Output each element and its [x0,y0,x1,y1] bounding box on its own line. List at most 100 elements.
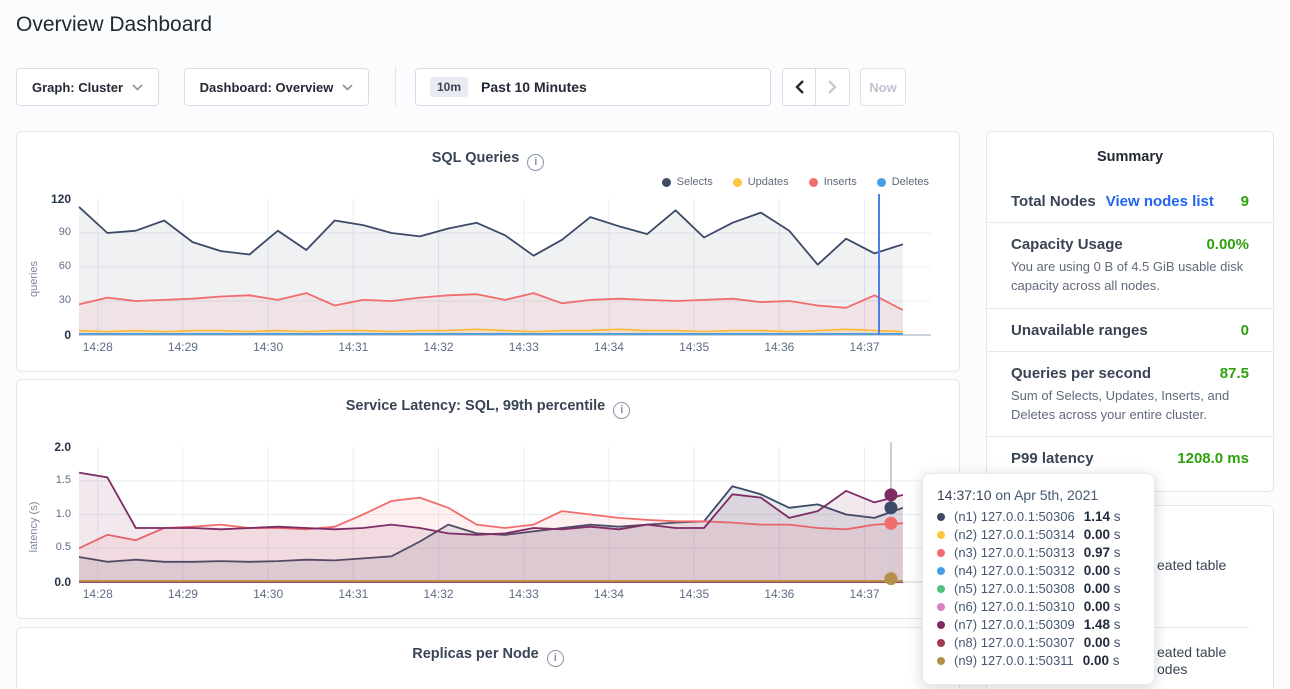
y-tick-label: 1.5 [56,474,71,486]
legend-label: Deletes [892,176,929,188]
y-tick-label: 0.5 [56,541,71,553]
tooltip-timestamp: 14:37:10 on Apr 5th, 2021 [937,487,1140,503]
y-tick-label: 2.0 [54,440,71,454]
summary-value: 9 [1241,193,1249,210]
tooltip-row: (n7) 127.0.0.1:503091.48 s [937,617,1140,632]
tooltip-node-value: 1.48 s [1084,617,1121,632]
summary-label: Total Nodes [1011,193,1096,210]
summary-panel: Summary Total Nodes View nodes list 9 Ca… [986,131,1274,492]
legend-item[interactable]: Inserts [809,176,857,188]
chart-title: SQL Queries [432,150,520,166]
x-tick-label: 14:35 [674,340,714,354]
time-prev-button[interactable] [782,68,816,106]
chevron-right-icon [828,80,837,94]
y-tick-label: 0 [64,328,71,342]
legend-label: Selects [677,176,713,188]
tooltip-value-unit: s [1110,581,1121,596]
summary-row-total-nodes: Total Nodes View nodes list 9 [987,180,1273,222]
chevron-down-icon [132,84,143,91]
x-tick-label: 14:31 [333,340,373,354]
info-icon[interactable]: i [527,154,544,171]
tooltip-row: (n5) 127.0.0.1:503080.00 s [937,581,1140,596]
tooltip-node-value: 0.00 s [1084,599,1121,614]
legend-item[interactable]: Selects [662,176,713,188]
chart-title: Replicas per Node [412,646,539,662]
now-button[interactable]: Now [860,68,906,106]
tooltip-node-label: (n5) 127.0.0.1:50308 [954,581,1075,596]
legend-item[interactable]: Deletes [877,176,929,188]
info-icon[interactable]: i [613,402,630,419]
time-range-dropdown[interactable]: 10m Past 10 Minutes [415,68,771,106]
summary-value: 87.5 [1220,365,1249,382]
tooltip-node-label: (n6) 127.0.0.1:50310 [954,599,1075,614]
summary-label: Unavailable ranges [1011,322,1148,339]
service-latency-plot: latency (s) 0.00.51.01.52.0 14:2814:2914… [17,447,961,607]
chart-title-row: SQL Queries i [17,150,959,171]
tooltip-node-value: 0.00 s [1084,563,1121,578]
tooltip-value-unit: s [1110,617,1121,632]
x-tick-label: 14:33 [504,340,544,354]
summary-row-queries-per-second: Queries per second 87.5 Sum of Selects, … [987,351,1273,437]
legend-dot [877,178,886,187]
sql-queries-card: SQL Queries i Selects Updates Inserts Delete… [16,131,960,372]
tooltip-node-label: (n1) 127.0.0.1:50306 [954,509,1075,524]
time-range-chip: 10m [430,77,468,97]
chart-tooltip: 14:37:10 on Apr 5th, 2021 (n1) 127.0.0.1… [922,473,1155,685]
event-item-text: eated table [1157,644,1226,660]
x-tick-label: 14:30 [248,340,288,354]
chevron-left-icon [795,80,804,94]
dashboard-dropdown[interactable]: Dashboard: Overview [184,68,369,106]
graph-dropdown[interactable]: Graph: Cluster [16,68,159,106]
y-tick-label: 90 [59,226,71,238]
series-dot [937,585,945,593]
summary-row-unavailable-ranges: Unavailable ranges 0 [987,308,1273,351]
tooltip-node-label: (n4) 127.0.0.1:50312 [954,563,1075,578]
replicas-per-node-card: Replicas per Node i [16,627,960,689]
tooltip-value-unit: s [1110,635,1121,650]
summary-label: P99 latency [1011,450,1094,467]
tooltip-row: (n3) 127.0.0.1:503130.97 s [937,545,1140,560]
controls-divider [395,67,396,107]
chevron-down-icon [342,84,353,91]
tooltip-node-value: 0.97 s [1084,545,1121,560]
tooltip-row: (n1) 127.0.0.1:503061.14 s [937,509,1140,524]
view-nodes-list-link[interactable]: View nodes list [1106,193,1214,210]
y-tick-label: 60 [59,260,71,272]
tooltip-value-unit: s [1109,653,1120,668]
chart-title-row: Service Latency: SQL, 99th percentilei [17,398,959,419]
series-dot [937,513,945,521]
summary-value: 0 [1241,322,1249,339]
y-axis-ticks: 0.00.51.01.52.0 [17,447,71,607]
summary-heading: Summary [987,149,1273,165]
x-tick-label: 14:36 [759,340,799,354]
x-tick-label: 14:29 [163,340,203,354]
summary-label: Capacity Usage [1011,236,1123,253]
series-dot [937,639,945,647]
legend-dot [809,178,818,187]
x-tick-label: 14:31 [333,587,373,601]
crosshair-dot [884,517,897,530]
tooltip-node-value: 0.00 s [1084,635,1121,650]
y-tick-label: 30 [59,294,71,306]
y-axis-ticks: 0306090120 [17,199,71,359]
chart-canvas[interactable] [79,199,931,335]
tooltip-value-unit: s [1110,545,1121,560]
tooltip-node-value: 0.00 s [1084,527,1121,542]
legend-item[interactable]: Updates [733,176,789,188]
x-tick-label: 14:32 [419,587,459,601]
time-range-label: Past 10 Minutes [481,79,587,95]
tooltip-row: (n2) 127.0.0.1:503140.00 s [937,527,1140,542]
series-dot [937,603,945,611]
tooltip-row: (n4) 127.0.0.1:50312 0.00 s [937,563,1140,578]
x-tick-label: 14:29 [163,587,203,601]
summary-label: Queries per second [1011,365,1151,382]
event-item-text: eated table [1157,557,1226,573]
time-next-button[interactable] [816,68,850,106]
info-icon[interactable]: i [547,650,564,667]
x-tick-label: 14:35 [674,587,714,601]
x-tick-label: 14:34 [589,340,629,354]
chart-canvas[interactable] [79,447,931,582]
series-dot [937,657,945,665]
page-title: Overview Dashboard [16,13,212,37]
series-dot [937,549,945,557]
